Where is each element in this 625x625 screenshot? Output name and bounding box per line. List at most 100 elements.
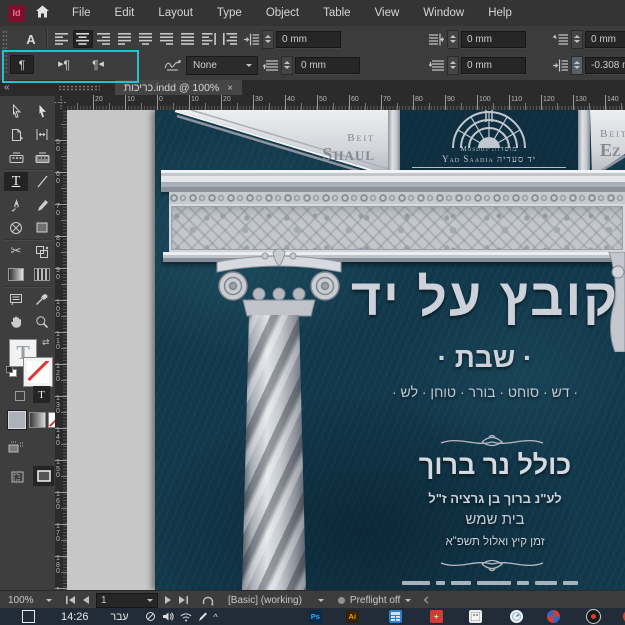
first-line-indent-spinner[interactable] xyxy=(447,30,459,49)
taskbar-app-button[interactable] xyxy=(22,610,35,623)
scroll-left-icon[interactable] xyxy=(423,596,429,604)
drop-cap-style-dropdown[interactable]: None xyxy=(186,56,258,75)
pinwheel-app-taskbar-icon[interactable] xyxy=(547,610,560,623)
hand-tool[interactable] xyxy=(4,312,28,331)
last-page-button[interactable] xyxy=(179,596,188,604)
align-center-button[interactable] xyxy=(73,30,93,48)
illustrator-taskbar-icon[interactable]: Ai xyxy=(346,610,359,623)
paragraph-formatting-icon[interactable]: A xyxy=(20,30,42,48)
apply-color-button[interactable] xyxy=(8,411,26,429)
wifi-icon[interactable] xyxy=(180,612,192,622)
last-line-indent-field[interactable]: -0.308 mm xyxy=(585,57,625,74)
right-indent-field[interactable]: 0 mm xyxy=(585,31,625,48)
swap-fill-stroke-icon[interactable]: ⇄ xyxy=(42,337,50,348)
eyedropper-tool[interactable] xyxy=(30,289,54,308)
menu-view[interactable]: View xyxy=(363,7,412,19)
justify-last-right-button[interactable] xyxy=(157,30,177,48)
paragraph-direction-default-button[interactable]: ¶ xyxy=(10,55,34,74)
zoom-tool[interactable] xyxy=(30,312,54,331)
ltr-paragraph-direction-button[interactable]: ▶¶ xyxy=(52,55,76,74)
previous-page-button[interactable] xyxy=(83,596,89,604)
note-tool[interactable] xyxy=(4,289,28,308)
document-tab[interactable]: כריכות.indd @ 100% × xyxy=(115,80,242,96)
language-indicator[interactable]: עבר xyxy=(111,611,129,623)
record-app-taskbar-icon[interactable] xyxy=(586,609,601,624)
justify-last-left-button[interactable] xyxy=(115,30,135,48)
stroke-proxy-swatch[interactable] xyxy=(24,358,52,386)
preview-mode-button[interactable] xyxy=(33,466,54,486)
rectangle-tool[interactable] xyxy=(30,218,54,237)
tab-bar-grip[interactable] xyxy=(58,85,100,91)
window-app-taskbar-icon[interactable] xyxy=(469,610,482,623)
normal-view-mode-button[interactable] xyxy=(8,468,26,485)
page-number-field[interactable]: 1 xyxy=(96,593,158,608)
document-canvas[interactable]: Beit Shaul xyxy=(67,110,625,590)
gradient-swatch-tool[interactable] xyxy=(4,265,28,284)
first-page-button[interactable] xyxy=(66,596,75,604)
first-line-indent-field[interactable]: 0 mm xyxy=(461,31,526,48)
tab-close-icon[interactable]: × xyxy=(227,83,233,94)
line-tool[interactable] xyxy=(30,172,54,191)
home-icon[interactable] xyxy=(25,5,60,21)
left-indent-field[interactable]: 0 mm xyxy=(276,31,341,48)
scissors-tool[interactable]: ✂ xyxy=(4,242,28,261)
zoom-level-dropdown[interactable]: 100% xyxy=(8,594,52,607)
volume-icon[interactable] xyxy=(162,611,174,622)
menu-table[interactable]: Table xyxy=(311,7,363,19)
default-fill-stroke-icon[interactable] xyxy=(6,364,17,375)
type-tool[interactable]: T xyxy=(4,172,28,191)
document-page[interactable]: Beit Shaul xyxy=(155,110,625,590)
justify-all-button[interactable] xyxy=(178,30,198,48)
menu-layout[interactable]: Layout xyxy=(146,7,205,19)
content-placer-tool[interactable] xyxy=(30,148,54,167)
space-before-spinner[interactable] xyxy=(281,56,293,75)
right-indent-spinner[interactable] xyxy=(571,30,583,49)
menu-type[interactable]: Type xyxy=(205,7,254,19)
space-after-field[interactable]: 0 mm xyxy=(461,57,526,74)
red-app-taskbar-icon[interactable]: + xyxy=(430,610,443,623)
preflight-label[interactable]: Preflight off xyxy=(350,595,400,606)
align-right-button[interactable] xyxy=(94,30,114,48)
rtl-paragraph-direction-button[interactable]: ¶◀ xyxy=(86,55,110,74)
pen-status-icon[interactable] xyxy=(198,611,208,622)
pen-tool[interactable] xyxy=(4,195,28,214)
last-line-indent-spinner[interactable] xyxy=(571,56,583,75)
photoshop-taskbar-icon[interactable]: Ps xyxy=(309,610,322,623)
network-status-icon[interactable] xyxy=(145,611,156,622)
collapse-panels-icon[interactable]: « xyxy=(4,82,10,93)
formatting-affects-container-button[interactable] xyxy=(12,388,27,403)
page-tool[interactable] xyxy=(4,125,28,144)
tray-expand-icon[interactable]: ^ xyxy=(214,612,218,622)
menu-edit[interactable]: Edit xyxy=(103,7,147,19)
content-collector-tool[interactable] xyxy=(4,148,28,167)
apply-gradient-button[interactable] xyxy=(29,412,46,428)
justify-last-center-button[interactable] xyxy=(136,30,156,48)
direct-selection-tool[interactable] xyxy=(30,102,54,121)
space-before-field[interactable]: 0 mm xyxy=(295,57,360,74)
object-states-icon[interactable] xyxy=(8,441,24,459)
space-after-spinner[interactable] xyxy=(447,56,459,75)
menu-help[interactable]: Help xyxy=(476,7,524,19)
align-away-from-spine-button[interactable] xyxy=(220,30,240,48)
selection-tool[interactable] xyxy=(4,102,28,121)
left-indent-spinner[interactable] xyxy=(262,30,274,49)
next-page-button[interactable] xyxy=(165,596,171,604)
indesign-app-icon[interactable]: Id xyxy=(8,5,25,22)
align-toward-spine-button[interactable] xyxy=(199,30,219,48)
gradient-feather-tool[interactable] xyxy=(30,265,54,284)
menu-window[interactable]: Window xyxy=(411,7,476,19)
menu-object[interactable]: Object xyxy=(254,7,311,19)
preflight-chevron-icon[interactable] xyxy=(405,599,411,602)
menu-file[interactable]: File xyxy=(60,7,103,19)
preset-dropdown[interactable]: [Basic] (working) xyxy=(228,595,302,606)
gap-tool[interactable] xyxy=(30,125,54,144)
free-transform-tool[interactable] xyxy=(30,242,54,261)
pencil-tool[interactable] xyxy=(30,195,54,214)
formatting-affects-text-button[interactable]: T xyxy=(33,386,50,403)
gauge-app-taskbar-icon[interactable] xyxy=(510,610,523,623)
preset-chevron-icon[interactable] xyxy=(318,599,324,602)
align-left-button[interactable] xyxy=(52,30,72,48)
ellipse-frame-tool[interactable] xyxy=(4,218,28,237)
clock[interactable]: 14:26 xyxy=(61,611,89,623)
calculator-taskbar-icon[interactable] xyxy=(389,610,402,623)
